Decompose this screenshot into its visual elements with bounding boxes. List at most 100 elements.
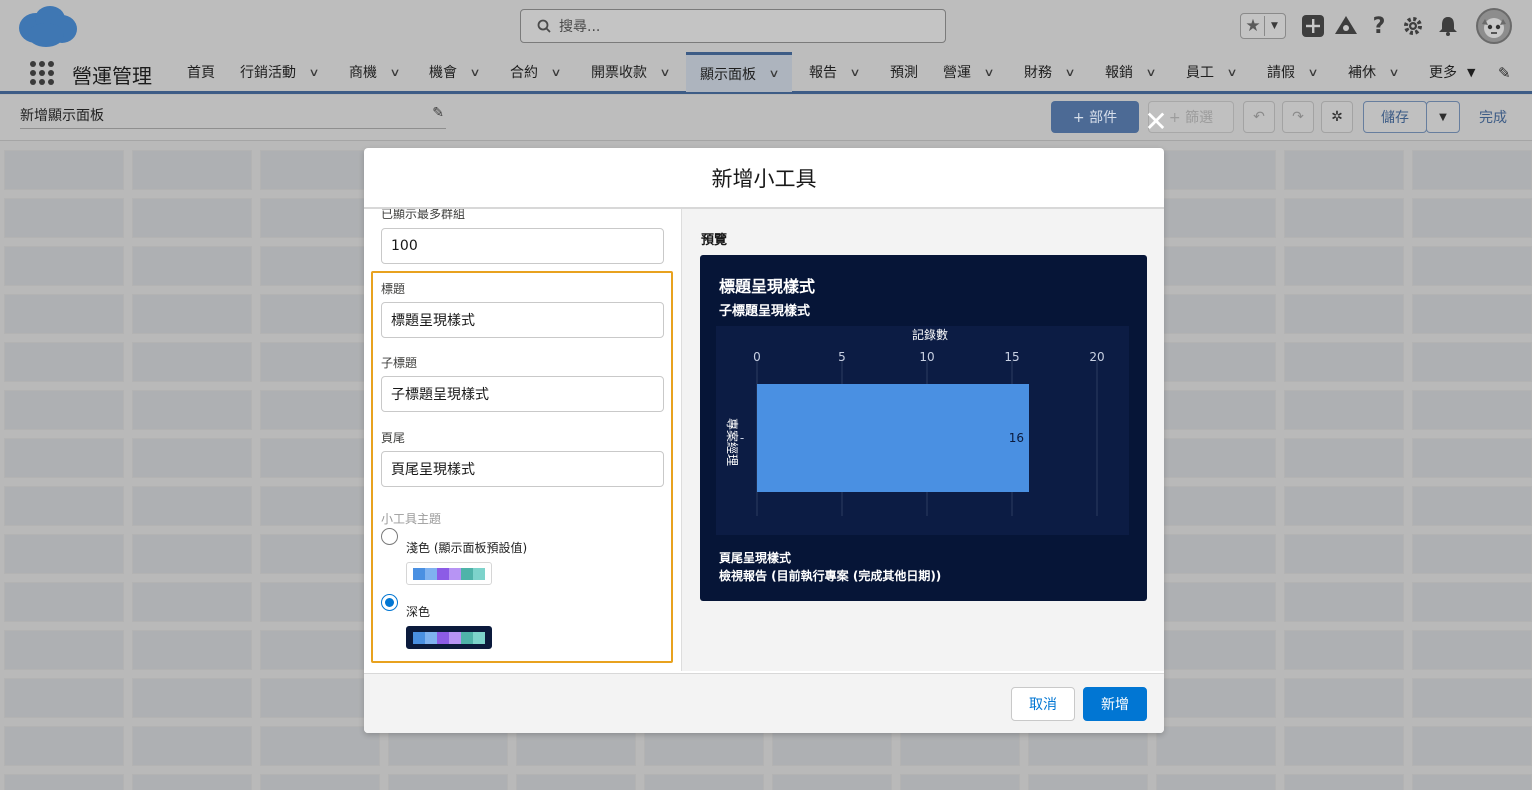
widget-settings-panel[interactable]: 已顯示最多群組 100 標題 標題呈現樣式 子標題 子標題呈現樣式 頁尾 頁尾呈… [364, 209, 682, 671]
theme-dark-swatch [406, 626, 492, 649]
properties-gear-icon[interactable]: ✲ [1321, 101, 1353, 133]
favorites-button[interactable]: ★ ▼ [1240, 13, 1286, 39]
notifications-bell-icon[interactable] [1437, 12, 1459, 40]
grid-cell [4, 390, 124, 430]
grid-cell [1156, 534, 1276, 574]
nav-item-finance[interactable]: 財務 ∨ [1024, 52, 1076, 92]
setup-gear-icon[interactable] [1402, 12, 1424, 40]
app-launcher-icon[interactable] [30, 61, 54, 85]
grid-cell [4, 630, 124, 670]
chevron-down-icon[interactable]: ∨ [550, 66, 561, 79]
grid-cell [1284, 486, 1404, 526]
chevron-down-icon[interactable]: ∨ [983, 66, 994, 79]
trailhead-guidance-icon[interactable] [1334, 12, 1358, 40]
grid-cell [1284, 774, 1404, 790]
salesforce-logo-icon[interactable] [16, 4, 78, 48]
theme-dark-radio[interactable] [381, 594, 398, 611]
preview-title: 標題呈現樣式 [719, 277, 816, 296]
grid-cell [1284, 150, 1404, 190]
x-tick-label: 0 [753, 350, 761, 364]
help-icon[interactable]: ? [1368, 12, 1390, 40]
user-avatar[interactable] [1476, 8, 1512, 44]
nav-item-campaigns[interactable]: 行銷活動 ∨ [240, 52, 320, 92]
footer-input[interactable]: 頁尾呈現樣式 [381, 451, 664, 487]
nav-item-comp-time[interactable]: 補休 ∨ [1348, 52, 1400, 92]
title-input[interactable]: 標題呈現樣式 [381, 302, 664, 338]
grid-cell [260, 438, 380, 478]
cancel-button[interactable]: 取消 [1011, 687, 1075, 721]
grid-cell [1156, 438, 1276, 478]
chevron-down-icon[interactable]: ∨ [659, 66, 670, 79]
nav-item-contracts[interactable]: 合約 ∨ [510, 52, 562, 92]
grid-cell [1412, 678, 1532, 718]
favorites-dropdown-icon[interactable]: ▼ [1264, 16, 1284, 36]
global-search-input[interactable]: 搜尋... [520, 9, 946, 43]
chevron-down-icon[interactable]: ∨ [768, 67, 779, 80]
grid-cell [4, 246, 124, 286]
nav-item-expenses[interactable]: 報銷 ∨ [1105, 52, 1157, 92]
app-name: 營運管理 [72, 64, 152, 88]
preview-view-report-link[interactable]: 檢視報告 (目前執行專案 (完成其他日期)) [719, 567, 941, 584]
swatch-color-6 [473, 567, 485, 580]
edit-pencil-icon[interactable]: ✎ [432, 105, 444, 121]
chevron-down-icon[interactable]: ∨ [469, 66, 480, 79]
chevron-down-icon[interactable]: ∨ [1307, 66, 1318, 79]
grid-cell [4, 150, 124, 190]
nav-item-operations[interactable]: 營運 ∨ [943, 52, 995, 92]
chevron-down-icon[interactable]: ∨ [389, 66, 400, 79]
max-groups-input[interactable]: 100 [381, 228, 664, 264]
nav-item-employees[interactable]: 員工 ∨ [1186, 52, 1238, 92]
done-button[interactable]: 完成 [1472, 101, 1514, 133]
swatch-color-2 [425, 567, 437, 580]
chevron-down-icon[interactable]: ∨ [1226, 66, 1237, 79]
undo-icon[interactable]: ↶ [1243, 101, 1275, 133]
chevron-down-icon[interactable]: ∨ [1064, 66, 1075, 79]
nav-item-forecasts[interactable]: 預測 [890, 52, 918, 92]
grid-cell [260, 198, 380, 238]
grid-cell [772, 774, 892, 790]
add-widget-button[interactable]: + 部件 [1051, 101, 1139, 133]
grid-cell [1156, 726, 1276, 766]
grid-cell [1156, 150, 1276, 190]
grid-cell [1412, 630, 1532, 670]
chevron-down-icon[interactable]: ∨ [308, 66, 319, 79]
grid-cell [260, 678, 380, 718]
redo-icon[interactable]: ↷ [1282, 101, 1314, 133]
grid-cell [132, 294, 252, 334]
y-tick-label: - [740, 431, 744, 445]
x-axis-label: 記錄數 [912, 327, 948, 342]
nav-item-leave[interactable]: 請假 ∨ [1267, 52, 1319, 92]
subtitle-input[interactable]: 子標題呈現樣式 [381, 376, 664, 412]
chevron-down-icon[interactable]: ∨ [849, 66, 860, 79]
global-create-icon[interactable] [1302, 12, 1324, 40]
nav-item-more[interactable]: 更多 ▼ [1429, 52, 1475, 92]
dashboard-name-field[interactable]: 新增顯示面板 ✎ [20, 105, 446, 129]
nav-item-leads[interactable]: 商機 ∨ [349, 52, 401, 92]
add-button[interactable]: 新增 [1083, 687, 1147, 721]
preview-widget-card: 標題呈現樣式 子標題呈現樣式 記錄數 0 5 10 15 20 專案經理 - 16 頁尾呈現樣式… [700, 255, 1147, 601]
save-dropdown-icon[interactable]: ▼ [1426, 101, 1460, 133]
edit-nav-pencil-icon[interactable]: ✎ [1498, 64, 1511, 82]
nav-item-invoicing[interactable]: 開票收款 ∨ [591, 52, 671, 92]
grid-cell [4, 582, 124, 622]
chevron-down-icon[interactable]: ∨ [1145, 66, 1156, 79]
chevron-down-icon[interactable]: ∨ [1388, 66, 1399, 79]
nav-item-reports[interactable]: 報告 ∨ [809, 52, 861, 92]
nav-item-home[interactable]: 首頁 [187, 52, 215, 92]
subtitle-label: 子標題 [381, 356, 418, 370]
grid-cell [1284, 726, 1404, 766]
global-header: 搜尋... ★ ▼ ? [0, 0, 1532, 52]
swatch-color-1 [413, 631, 425, 644]
nav-item-dashboards[interactable]: 顯示面板 ∨ [686, 52, 793, 92]
save-button[interactable]: 儲存 [1363, 101, 1427, 133]
grid-cell [132, 246, 252, 286]
caret-down-icon[interactable]: ▼ [1467, 66, 1475, 79]
close-modal-icon[interactable]: ✕ [1144, 108, 1168, 136]
bar-data-label: 16 [1009, 431, 1024, 445]
theme-light-radio[interactable] [381, 528, 398, 545]
modal-body: 已顯示最多群組 100 標題 標題呈現樣式 子標題 子標題呈現樣式 頁尾 頁尾呈… [364, 209, 1164, 673]
x-tick-label: 20 [1089, 350, 1104, 364]
nav-item-opportunities[interactable]: 機會 ∨ [429, 52, 481, 92]
grid-cell [132, 342, 252, 382]
grid-cell [1284, 246, 1404, 286]
